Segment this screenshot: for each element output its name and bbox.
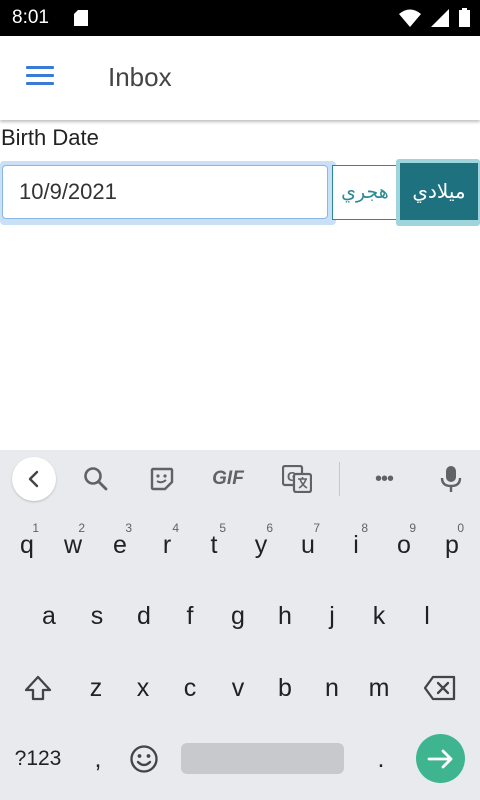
key-label: r [162, 530, 172, 559]
key-e[interactable]: e3 [98, 517, 142, 573]
key-z[interactable]: z [74, 660, 118, 716]
key-d[interactable]: d [122, 588, 166, 644]
key-f[interactable]: f [168, 588, 212, 644]
key-s[interactable]: s [75, 588, 119, 644]
key-o[interactable]: o9 [382, 517, 426, 573]
more-icon[interactable]: ••• [366, 464, 402, 494]
key-hint: 5 [219, 521, 226, 535]
key-hint: 1 [32, 521, 39, 535]
gif-button[interactable]: GIF [208, 464, 248, 494]
key-u[interactable]: u7 [286, 517, 330, 573]
backspace-icon[interactable] [418, 660, 462, 716]
key-hint: 2 [78, 521, 85, 535]
key-p[interactable]: p0 [430, 517, 474, 573]
birth-date-label: Birth Date [1, 125, 99, 150]
key-hint: 7 [313, 521, 320, 535]
status-bar: 8:01 [0, 0, 480, 36]
sd-card-icon [74, 10, 88, 31]
key-n[interactable]: n [310, 660, 354, 716]
key-r[interactable]: r4 [145, 517, 189, 573]
key-label: i [353, 530, 359, 559]
miladi-button-focus: ميلادي [396, 159, 480, 226]
status-time: 8:01 [12, 7, 49, 28]
key-x[interactable]: x [121, 660, 165, 716]
key-b[interactable]: b [263, 660, 307, 716]
key-hint: 3 [125, 521, 132, 535]
birth-date-input[interactable] [2, 165, 328, 219]
key-hint: 9 [409, 521, 416, 535]
period-key[interactable]: . [359, 731, 403, 787]
key-j[interactable]: j [310, 588, 354, 644]
emoji-icon[interactable] [122, 731, 166, 787]
page-title: Inbox [108, 62, 172, 92]
wifi-icon [399, 9, 421, 32]
shift-icon[interactable] [16, 660, 60, 716]
comma-key[interactable]: , [76, 731, 120, 787]
key-a[interactable]: a [27, 588, 71, 644]
translate-icon[interactable]: G [280, 464, 314, 494]
miladi-calendar-button[interactable]: ميلادي [400, 163, 478, 220]
back-icon[interactable] [12, 457, 56, 501]
birth-date-field-focus [0, 161, 336, 225]
key-q[interactable]: q1 [5, 517, 49, 573]
search-icon[interactable] [80, 464, 112, 494]
key-i[interactable]: i8 [334, 517, 378, 573]
key-t[interactable]: t5 [192, 517, 236, 573]
hamburger-menu-icon[interactable] [26, 66, 58, 90]
mic-icon[interactable] [436, 464, 466, 494]
key-hint: 6 [266, 521, 273, 535]
symbols-key[interactable]: ?123 [8, 731, 68, 787]
enter-arrow-icon[interactable] [416, 734, 465, 783]
key-label: t [210, 530, 218, 559]
soft-keyboard: GIF G ••• q1 w2 e3 r4 t5 y6 u7 i8 o9 p0 … [0, 450, 480, 800]
keyboard-toolbar: GIF G ••• [0, 450, 480, 508]
key-h[interactable]: h [263, 588, 307, 644]
signal-icon [431, 8, 449, 32]
key-w[interactable]: w2 [51, 517, 95, 573]
hijri-calendar-button[interactable]: هجري [332, 165, 398, 220]
key-g[interactable]: g [216, 588, 260, 644]
key-v[interactable]: v [216, 660, 260, 716]
toolbar-divider [339, 462, 340, 496]
key-c[interactable]: c [168, 660, 212, 716]
key-y[interactable]: y6 [239, 517, 283, 573]
space-key[interactable] [181, 743, 344, 774]
key-l[interactable]: l [405, 588, 449, 644]
key-hint: 4 [172, 521, 179, 535]
sticker-icon[interactable] [146, 464, 178, 494]
key-hint: 0 [457, 521, 464, 535]
key-hint: 8 [361, 521, 368, 535]
battery-icon [459, 8, 470, 32]
key-k[interactable]: k [357, 588, 401, 644]
key-m[interactable]: m [357, 660, 401, 716]
app-bar: Inbox [0, 36, 480, 120]
